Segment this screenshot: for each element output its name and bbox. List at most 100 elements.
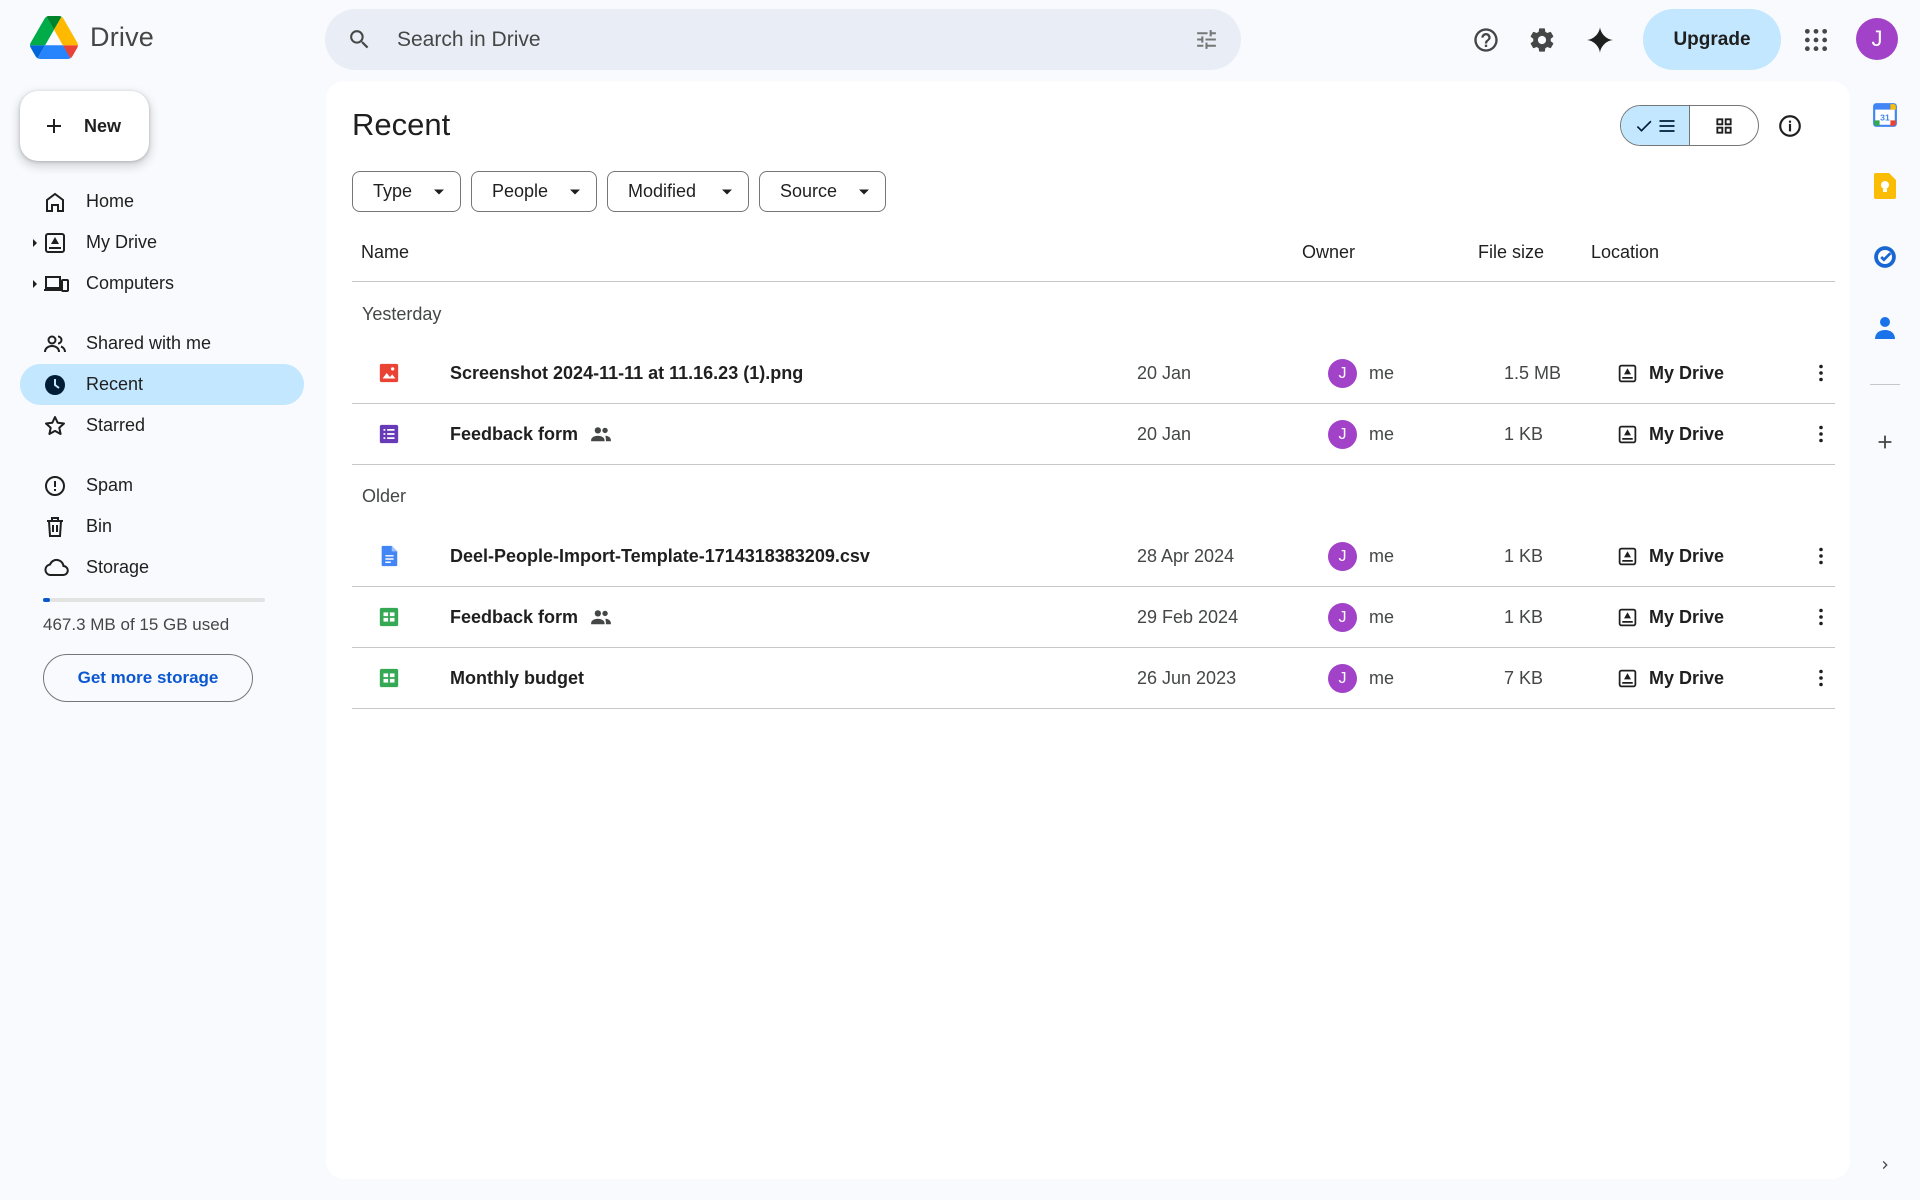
filter-people-chip[interactable]: People <box>471 171 597 212</box>
more-actions-icon[interactable] <box>1809 544 1833 568</box>
my-drive-location-icon <box>1618 364 1637 383</box>
column-header-file-size[interactable]: File size <box>1478 242 1544 263</box>
sidebar-item-home[interactable]: Home <box>20 181 304 222</box>
add-addon-icon[interactable] <box>1870 427 1900 457</box>
chip-label: Source <box>780 181 838 201</box>
filter-modified-chip[interactable]: Modified <box>607 171 749 212</box>
sidebar-item-bin[interactable]: Bin <box>20 506 304 547</box>
sidebar-item-computers[interactable]: Computers <box>20 263 304 304</box>
column-header-owner[interactable]: Owner <box>1302 242 1355 263</box>
file-modified-date: 26 Jun 2023 <box>1137 668 1237 688</box>
bin-icon <box>47 517 63 537</box>
new-button[interactable]: New <box>20 91 149 161</box>
owner-avatar: J <box>1328 664 1357 693</box>
contacts-icon[interactable] <box>1870 313 1900 343</box>
sidebar-item-recent[interactable]: Recent <box>20 364 304 405</box>
file-owner: me <box>1369 363 1395 383</box>
file-location[interactable]: My Drive <box>1649 546 1724 567</box>
computers-icon <box>44 276 69 292</box>
settings-icon[interactable] <box>1522 20 1562 60</box>
drive-logo[interactable]: Drive <box>30 16 154 59</box>
column-header-name[interactable]: Name <box>361 242 409 263</box>
file-row[interactable]: Deel-People-Import-Template-171431838320… <box>352 526 1835 587</box>
search-icon[interactable] <box>347 27 372 52</box>
storage-meter-fill <box>43 598 50 602</box>
owner-avatar: J <box>1328 603 1357 632</box>
file-name[interactable]: Feedback form <box>450 607 578 628</box>
sidebar-item-starred[interactable]: Starred <box>20 405 304 446</box>
sidebar-item-my-drive[interactable]: My Drive <box>20 222 304 263</box>
sidebar-item-shared-with-me[interactable]: Shared with me <box>20 323 304 364</box>
file-owner: me <box>1369 424 1395 444</box>
search-options-icon[interactable] <box>1194 27 1219 52</box>
file-name[interactable]: Screenshot 2024-11-11 at 11.16.23 (1).pn… <box>450 363 803 384</box>
file-size: 1 KB <box>1504 424 1544 444</box>
more-actions-icon[interactable] <box>1809 361 1833 385</box>
more-actions-icon[interactable] <box>1809 605 1833 629</box>
file-location[interactable]: My Drive <box>1649 668 1724 689</box>
group-label-older: Older <box>362 486 407 506</box>
account-avatar[interactable]: J <box>1856 18 1898 60</box>
chip-label: Modified <box>628 181 697 201</box>
doc-file-icon <box>381 545 398 567</box>
file-location[interactable]: My Drive <box>1649 607 1724 628</box>
more-actions-icon[interactable] <box>1809 666 1833 690</box>
file-modified-date: 20 Jan <box>1137 363 1192 383</box>
more-actions-icon[interactable] <box>1809 422 1833 446</box>
file-row[interactable]: Feedback form 20 Jan J me 1 KB My Drive <box>352 404 1835 465</box>
page-title: Recent <box>352 107 451 142</box>
file-row[interactable]: Feedback form 29 Feb 2024 J me 1 KB My D… <box>352 587 1835 648</box>
star-icon <box>45 416 65 435</box>
file-row[interactable]: Screenshot 2024-11-11 at 11.16.23 (1).pn… <box>352 343 1835 404</box>
recent-icon <box>45 375 65 395</box>
caret-down-icon <box>859 189 869 195</box>
file-location[interactable]: My Drive <box>1649 363 1724 384</box>
grid-icon <box>1716 117 1732 134</box>
spam-icon <box>45 476 65 496</box>
search-bar[interactable] <box>325 9 1241 70</box>
plus-icon <box>47 119 61 133</box>
file-size: 1 KB <box>1504 546 1544 566</box>
check-icon <box>1636 120 1651 132</box>
search-input[interactable] <box>397 9 1157 70</box>
sidebar-item-storage[interactable]: Storage <box>20 547 304 588</box>
sidebar-item-spam[interactable]: Spam <box>20 465 304 506</box>
column-header-location[interactable]: Location <box>1591 242 1659 263</box>
group-label-yesterday: Yesterday <box>362 304 442 324</box>
apps-grid-icon[interactable] <box>1796 20 1836 60</box>
file-name[interactable]: Feedback form <box>450 424 578 445</box>
upgrade-button[interactable]: Upgrade <box>1643 9 1781 70</box>
calendar-icon[interactable]: 31 <box>1870 100 1900 130</box>
sidebar-item-label: Home <box>86 191 135 211</box>
new-button-label: New <box>84 115 122 136</box>
file-location[interactable]: My Drive <box>1649 424 1724 445</box>
gemini-spark-icon[interactable] <box>1580 20 1620 60</box>
sidebar-item-label: Bin <box>86 516 113 536</box>
file-modified-date: 29 Feb 2024 <box>1137 607 1239 627</box>
my-drive-location-icon <box>1618 425 1637 444</box>
file-modified-date: 20 Jan <box>1137 424 1192 444</box>
file-name[interactable]: Monthly budget <box>450 668 584 689</box>
grid-view-button[interactable] <box>1690 106 1758 145</box>
tasks-icon[interactable] <box>1870 242 1900 272</box>
my-drive-location-icon <box>1618 608 1637 627</box>
list-view-button[interactable] <box>1621 106 1690 145</box>
svg-text:31: 31 <box>1880 112 1890 122</box>
cloud-icon <box>44 558 69 576</box>
filter-type-chip[interactable]: Type <box>352 171 461 212</box>
main-content: Recent Type People Modified Source Name … <box>326 81 1850 1179</box>
shared-people-icon <box>591 610 611 625</box>
help-icon[interactable] <box>1466 20 1506 60</box>
info-icon[interactable] <box>1777 113 1803 139</box>
keep-icon[interactable] <box>1870 171 1900 201</box>
file-name[interactable]: Deel-People-Import-Template-171431838320… <box>450 546 870 567</box>
file-size: 1 KB <box>1504 607 1544 627</box>
expand-arrow-icon[interactable] <box>31 279 39 289</box>
sheet-file-icon <box>379 607 399 627</box>
get-more-storage-button[interactable]: Get more storage <box>43 654 253 702</box>
file-row[interactable]: Monthly budget 26 Jun 2023 J me 7 KB My … <box>352 648 1835 709</box>
filter-source-chip[interactable]: Source <box>759 171 886 212</box>
expand-arrow-icon[interactable] <box>31 238 39 248</box>
view-toggle <box>1620 105 1759 146</box>
chevron-right-icon[interactable] <box>1870 1150 1900 1180</box>
